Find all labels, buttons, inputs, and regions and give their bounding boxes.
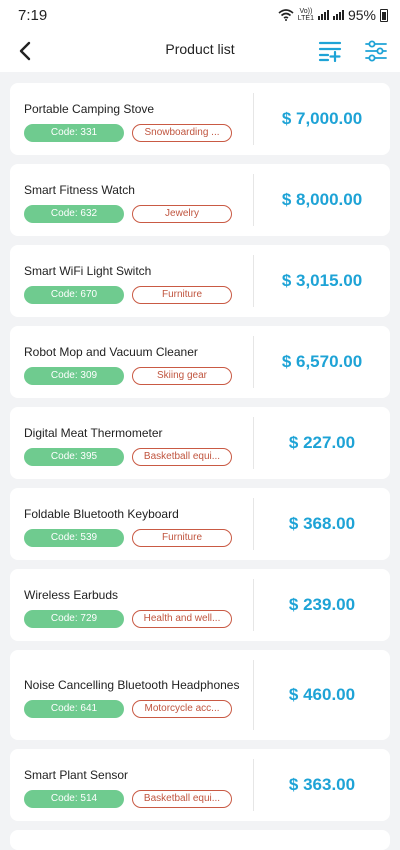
status-time: 7:19 [18, 6, 48, 24]
status-icons: Vo)) LTE1 95% [278, 7, 388, 23]
product-category-label: Basketball equi... [143, 451, 221, 462]
lte-label: LTE1 [297, 15, 314, 22]
product-name: Digital Meat Thermometer [24, 425, 163, 440]
product-card[interactable]: Foldable Bluetooth Keyboard Code: 539 Fu… [10, 488, 390, 560]
product-code-badge: Code: 539 [24, 528, 124, 547]
sliders-icon [365, 40, 387, 62]
product-code-badge: Code: 729 [24, 609, 124, 628]
product-card[interactable]: Robot Mop and Vacuum Cleaner Code: 309 S… [10, 326, 390, 398]
product-category-badge: Furniture [132, 285, 232, 304]
product-card-partial[interactable] [10, 830, 390, 850]
product-name: Smart Fitness Watch [24, 182, 135, 197]
product-price: $ 363.00 [288, 775, 356, 794]
product-code-badge: Code: 514 [24, 789, 124, 808]
product-card[interactable]: Smart Fitness Watch Code: 632 Jewelry $ … [10, 164, 390, 236]
add-product-button[interactable] [316, 37, 344, 65]
product-category-badge: Motorcycle acc... [132, 699, 232, 718]
product-name: Robot Mop and Vacuum Cleaner [24, 344, 198, 359]
product-category-label: Motorcycle acc... [144, 703, 220, 714]
product-name: Noise Cancelling Bluetooth Headphones [24, 677, 240, 692]
product-category-label: Basketball equi... [143, 793, 221, 804]
product-price: $ 368.00 [288, 514, 356, 533]
product-category-label: Health and well... [143, 613, 221, 624]
product-code-badge: Code: 641 [24, 699, 124, 718]
product-category-badge: Basketball equi... [132, 789, 232, 808]
product-code-badge: Code: 309 [24, 366, 124, 385]
product-category-label: Furniture [161, 289, 202, 300]
product-name: Wireless Earbuds [24, 587, 119, 602]
signal-icon [317, 10, 329, 20]
product-code-badge: Code: 632 [24, 204, 124, 223]
product-name: Foldable Bluetooth Keyboard [24, 506, 179, 521]
product-category-badge: Skiing gear [132, 366, 232, 385]
product-name: Smart WiFi Light Switch [24, 263, 152, 278]
product-category-label: Furniture [161, 532, 202, 543]
network-type-label: Vo)) LTE1 [298, 8, 314, 22]
product-card[interactable]: Wireless Earbuds Code: 729 Health and we… [10, 569, 390, 641]
product-price: $ 227.00 [288, 433, 356, 452]
product-category-label: Snowboarding ... [144, 127, 220, 138]
product-code-badge: Code: 395 [24, 447, 124, 466]
battery-percent: 95% [347, 7, 376, 23]
product-price: $ 239.00 [288, 595, 356, 614]
product-category-badge: Snowboarding ... [132, 123, 232, 142]
product-card[interactable]: Noise Cancelling Bluetooth Headphones Co… [10, 650, 390, 740]
playlist-add-icon [318, 41, 342, 62]
product-category-label: Jewelry [165, 208, 199, 219]
product-price: $ 460.00 [288, 685, 356, 704]
product-card[interactable]: Smart Plant Sensor Code: 514 Basketball … [10, 749, 390, 821]
product-category-label: Skiing gear [156, 370, 208, 381]
product-name: Portable Camping Stove [24, 101, 155, 116]
product-code-badge: Code: 670 [24, 285, 124, 304]
product-price: $ 8,000.00 [281, 190, 363, 209]
product-name: Smart Plant Sensor [24, 767, 129, 782]
product-card[interactable]: Digital Meat Thermometer Code: 395 Baske… [10, 407, 390, 479]
product-card[interactable]: Smart WiFi Light Switch Code: 670 Furnit… [10, 245, 390, 317]
product-price: $ 7,000.00 [281, 109, 363, 128]
wifi-icon [278, 9, 294, 21]
product-list[interactable]: Portable Camping Stove Code: 331 Snowboa… [0, 72, 400, 850]
product-card[interactable]: Portable Camping Stove Code: 331 Snowboa… [10, 83, 390, 155]
product-category-badge: Basketball equi... [132, 447, 232, 466]
signal-icon-2 [332, 10, 344, 20]
product-category-badge: Furniture [132, 528, 232, 547]
product-price: $ 6,570.00 [281, 352, 363, 371]
product-price: $ 3,015.00 [281, 271, 363, 290]
app-bar: Product list [0, 30, 400, 72]
volte-label: Vo)) [299, 8, 313, 15]
product-category-badge: Jewelry [132, 204, 232, 223]
filter-button[interactable] [362, 37, 390, 65]
battery-icon [380, 8, 388, 22]
status-bar: 7:19 Vo)) LTE1 95% [0, 0, 400, 30]
product-code-badge: Code: 331 [24, 123, 124, 142]
product-category-badge: Health and well... [132, 609, 232, 628]
